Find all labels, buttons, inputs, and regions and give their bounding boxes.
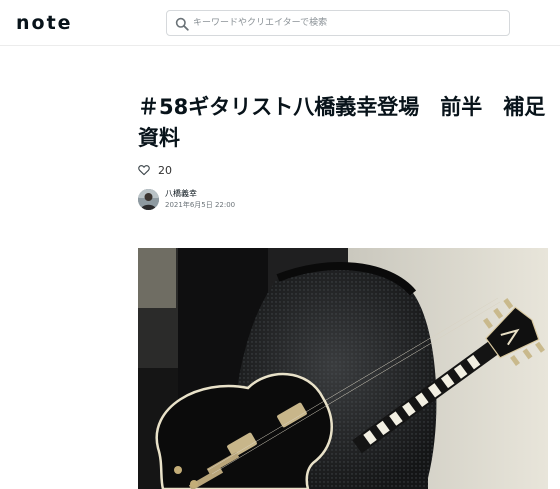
search-input[interactable] [193, 11, 503, 35]
article-photo [138, 248, 548, 489]
like-count[interactable]: 20 [158, 164, 172, 177]
note-logo[interactable]: note [16, 12, 73, 34]
search-icon [175, 17, 189, 31]
author-info: 八橋義幸 2021年6月5日 22:00 [138, 188, 235, 211]
site-header: note [0, 0, 560, 46]
article-title: ＃58ギタリスト八橋義幸登場 前半 補足資料 [138, 95, 546, 150]
author-name[interactable]: 八橋義幸 [165, 188, 235, 199]
post-date: 2021年6月5日 22:00 [165, 201, 236, 209]
like-area: 20 [138, 162, 172, 178]
avatar-image [138, 189, 159, 210]
avatar[interactable] [138, 189, 159, 210]
author-meta: 八橋義幸 2021年6月5日 22:00 [165, 188, 235, 211]
heart-icon[interactable] [138, 164, 150, 176]
search-box[interactable] [166, 10, 510, 36]
guitar-image [138, 248, 548, 489]
